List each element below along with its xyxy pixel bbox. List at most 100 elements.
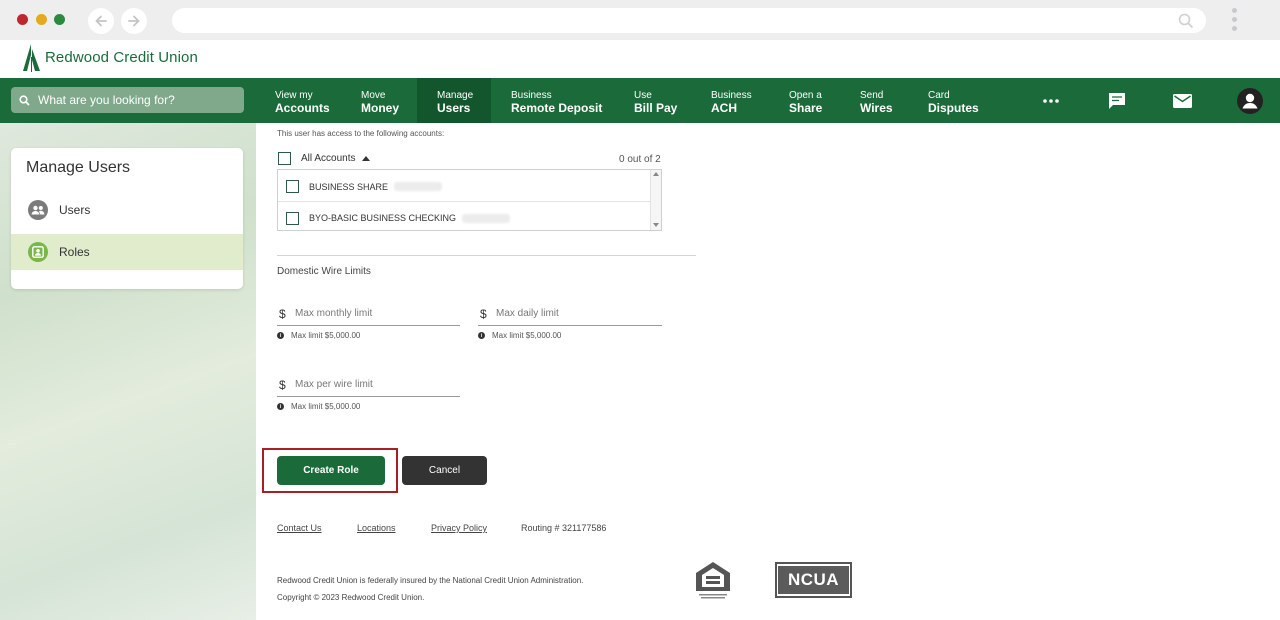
list-item[interactable]: BYO-BASIC BUSINESS CHECKING [278,203,650,233]
nav-move-money[interactable]: Move Money [361,78,399,123]
info-icon: i [277,403,284,410]
nav-ach-line1: Business [711,90,752,101]
masked-account-number [394,182,443,191]
caret-up-icon[interactable] [362,156,371,161]
sidebar-menu: Manage Users Users Roles [11,148,243,289]
account-name: BYO-BASIC BUSINESS CHECKING [309,213,457,223]
wire-limits-title: Domestic Wire Limits [277,266,371,277]
nav-move-money-line2: Money [361,101,400,115]
nav-ach[interactable]: Business ACH [711,78,752,123]
back-button[interactable] [88,8,114,34]
monthly-limit-hint: i Max limit $5,000.00 [277,331,360,340]
routing-number: Routing # 321177586 [521,523,607,533]
nav-ach-line2: ACH [711,101,737,115]
contact-us-link[interactable]: Contact Us [277,523,322,533]
section-divider [277,255,696,256]
dollar-icon: $ [279,377,286,392]
info-icon: i [478,332,485,339]
max-monthly-limit-input[interactable]: $ Max monthly limit [277,302,460,326]
nav-accounts-line2: Accounts [275,101,330,115]
close-window-button[interactable] [17,14,28,25]
mail-icon[interactable] [1171,78,1193,123]
nav-remote-deposit[interactable]: Business Remote Deposit [511,78,602,123]
accounts-scrollbar[interactable] [650,170,661,230]
nav-accounts-line1: View my [275,90,313,101]
browser-menu-icon[interactable] [1229,8,1239,34]
sidebar-item-label: Users [59,203,91,217]
sidebar-title: Manage Users [26,159,131,176]
maximize-window-button[interactable] [54,14,65,25]
sidebar-item-roles[interactable]: Roles [11,234,243,270]
forward-button[interactable] [121,8,147,34]
nav-manage-users[interactable]: Manage Users [417,78,491,123]
dollar-icon: $ [279,306,286,321]
hint-text: Max limit $5,000.00 [291,402,361,411]
locations-link[interactable]: Locations [357,523,396,533]
nav-bill-pay[interactable]: Use Bill Pay [634,78,677,123]
masked-account-number [462,213,511,223]
daily-limit-placeholder: Max daily limit [496,308,559,319]
nav-accounts[interactable]: View my Accounts [275,78,330,123]
redwood-tree-logo-icon[interactable] [22,43,42,73]
cancel-button[interactable]: Cancel [402,456,487,485]
account-name: BUSINESS SHARE [309,181,389,192]
nav-card-disputes-line2: Disputes [928,101,979,115]
nav-manage-users-line1: Manage [437,90,474,101]
equal-housing-opportunity-icon [696,562,730,599]
info-icon: i [277,332,284,339]
hint-text: Max limit $5,000.00 [492,331,562,340]
nav-open-share[interactable]: Open a Share [789,78,822,123]
daily-limit-hint: i Max limit $5,000.00 [478,331,561,340]
scroll-down-icon[interactable] [653,223,659,227]
all-accounts-toggle[interactable]: All Accounts [278,152,371,165]
scroll-up-icon[interactable] [653,172,659,176]
selected-count: 0 out of 2 [619,154,661,165]
ncua-logo: NCUA [775,562,852,598]
accounts-list: BUSINESS SHARE BYO-BASIC BUSINESS CHECKI… [277,169,662,231]
account-checkbox[interactable] [286,180,299,193]
nav-remote-deposit-line2: Remote Deposit [511,101,603,115]
nav-bill-pay-line1: Use [634,90,652,101]
nav-manage-users-line2: Users [437,101,471,115]
browser-chrome [0,0,1280,40]
per-wire-limit-hint: i Max limit $5,000.00 [277,402,360,411]
privacy-policy-link[interactable]: Privacy Policy [431,523,487,533]
copyright: Copyright © 2023 Redwood Credit Union. [277,593,425,602]
nav-card-disputes[interactable]: Card Disputes [928,78,979,123]
arrow-right-icon [128,15,140,27]
hint-text: Max limit $5,000.00 [291,331,361,340]
profile-icon[interactable] [1236,78,1263,123]
dollar-icon: $ [480,306,487,321]
search-placeholder: What are you looking for? [38,93,175,107]
all-accounts-checkbox[interactable] [278,152,291,165]
all-accounts-label: All Accounts [301,153,356,164]
access-note: This user has access to the following ac… [277,129,445,138]
sidebar-item-users[interactable]: Users [11,192,243,228]
more-icon[interactable] [1040,78,1062,123]
arrow-left-icon [95,15,107,27]
create-role-button[interactable]: Create Role [277,456,385,485]
url-bar[interactable] [172,8,1206,33]
search-icon [19,94,30,106]
users-icon [28,200,48,220]
roles-icon [28,242,48,262]
nav-card-disputes-line1: Card [928,90,950,101]
chat-icon[interactable] [1106,78,1128,123]
nav-bill-pay-line2: Bill Pay [634,101,678,115]
nav-open-share-line2: Share [789,101,823,115]
insured-notice: Redwood Credit Union is federally insure… [277,576,584,585]
minimize-window-button[interactable] [36,14,47,25]
brand-name[interactable]: Redwood Credit Union [45,49,198,66]
max-per-wire-limit-input[interactable]: $ Max per wire limit [277,373,460,397]
nav-send-wires[interactable]: Send Wires [860,78,893,123]
monthly-limit-placeholder: Max monthly limit [295,308,373,319]
nav-move-money-line1: Move [361,90,386,101]
site-search-input[interactable]: What are you looking for? [11,87,244,113]
ncua-logo-text: NCUA [787,570,840,589]
max-daily-limit-input[interactable]: $ Max daily limit [478,302,662,326]
list-item[interactable]: BUSINESS SHARE [278,172,650,202]
search-icon [1178,13,1194,29]
logo-bar: Redwood Credit Union [0,40,1280,78]
account-checkbox[interactable] [286,211,299,225]
nav-send-wires-line1: Send [860,90,884,101]
